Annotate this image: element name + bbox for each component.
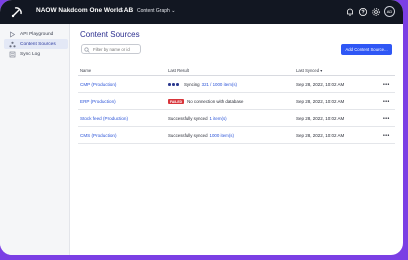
syncing-spinner-icon bbox=[168, 83, 180, 86]
table-row[interactable]: Stock feed (Production) Successfully syn… bbox=[78, 110, 395, 127]
status-badge: FAILED bbox=[168, 99, 185, 104]
source-name-link[interactable]: CMP (Production) bbox=[80, 82, 116, 87]
sidebar-item-content-sources[interactable]: Content Sources bbox=[4, 39, 68, 49]
result-items-link[interactable]: 321 / 1000 item(s) bbox=[202, 82, 237, 87]
more-actions-button[interactable]: ••• bbox=[383, 133, 390, 139]
app-logo-icon[interactable] bbox=[10, 5, 24, 19]
more-actions-button[interactable]: ••• bbox=[383, 116, 390, 122]
sidebar-item-label: Content Sources bbox=[20, 41, 56, 47]
source-name-link[interactable]: ERP (Production) bbox=[80, 99, 116, 104]
sidebar-item-api-playground[interactable]: API Playground bbox=[4, 29, 68, 39]
result-text: Syncing bbox=[184, 82, 200, 87]
result-text: Successfully synced bbox=[168, 133, 208, 138]
sidebar-item-label: Sync Log bbox=[20, 51, 41, 57]
column-header-last-result[interactable]: Last Result bbox=[168, 68, 189, 73]
column-header-name[interactable]: Name bbox=[80, 68, 91, 73]
environment-label: S bbox=[120, 8, 124, 14]
table-row[interactable]: CMS (Production) Successfully synced 100… bbox=[78, 127, 395, 144]
last-synced: Sep 28, 2022, 10:02 AM bbox=[296, 116, 345, 121]
column-header-last-synced[interactable]: Last Synced ▾ bbox=[296, 68, 322, 73]
environment-selector[interactable]: S ⌄ bbox=[120, 8, 130, 14]
graph-name: Content Graph bbox=[137, 8, 170, 14]
search-input[interactable] bbox=[81, 44, 141, 54]
chevron-down-icon: ⌄ bbox=[169, 8, 176, 14]
sidebar-item-label: API Playground bbox=[20, 31, 54, 37]
search-icon bbox=[84, 46, 90, 53]
bell-icon[interactable] bbox=[345, 7, 355, 17]
last-result: Successfully synced 1000 item(s) bbox=[168, 133, 234, 138]
more-actions-button[interactable]: ••• bbox=[383, 82, 390, 88]
result-text: Successfully synced bbox=[168, 116, 208, 121]
last-synced: Sep 28, 2022, 10:02 AM bbox=[296, 99, 345, 104]
more-actions-button[interactable]: ••• bbox=[383, 99, 390, 105]
gear-icon[interactable] bbox=[371, 7, 381, 17]
column-header-label: Last Synced bbox=[296, 68, 320, 73]
sort-desc-icon: ▾ bbox=[320, 68, 323, 73]
result-text: No connection with database bbox=[187, 99, 244, 104]
last-synced: Sep 28, 2022, 10:02 AM bbox=[296, 82, 345, 87]
sidebar: API Playground Content Sources Sync Log bbox=[0, 24, 70, 255]
last-result: Successfully synced 1 item(s) bbox=[168, 116, 227, 121]
table-row[interactable]: CMP (Production) Syncing 321 / 1000 item… bbox=[78, 76, 395, 93]
chevron-down-icon: ⌄ bbox=[125, 8, 130, 14]
last-result: Syncing 321 / 1000 item(s) bbox=[168, 82, 237, 87]
sidebar-item-sync-log[interactable]: Sync Log bbox=[4, 49, 68, 59]
avatar[interactable]: AD bbox=[384, 6, 395, 17]
sources-icon bbox=[9, 41, 16, 47]
top-bar: NAOW Nakdcom One World AB S ⌄ Content Gra… bbox=[0, 0, 403, 24]
source-name-link[interactable]: Stock feed (Production) bbox=[80, 116, 128, 121]
app-window: NAOW Nakdcom One World AB S ⌄ Content Gra… bbox=[0, 0, 403, 255]
graph-selector[interactable]: Content Graph ⌄ bbox=[137, 8, 175, 14]
source-name-link[interactable]: CMS (Production) bbox=[80, 133, 117, 138]
org-name[interactable]: NAOW Nakdcom One World AB bbox=[36, 7, 133, 14]
last-synced: Sep 28, 2022, 10:02 AM bbox=[296, 133, 345, 138]
table-row[interactable]: ERP (Production) FAILED No connection wi… bbox=[78, 93, 395, 110]
result-items-link[interactable]: 1000 item(s) bbox=[210, 133, 234, 138]
last-result: FAILED No connection with database bbox=[168, 99, 243, 104]
page-title: Content Sources bbox=[80, 30, 140, 39]
help-icon[interactable] bbox=[358, 7, 368, 17]
play-icon bbox=[10, 30, 16, 38]
log-icon bbox=[9, 51, 16, 57]
main-content: Content Sources Add Content Source... Na… bbox=[70, 24, 403, 255]
add-content-source-button[interactable]: Add Content Source... bbox=[341, 44, 392, 55]
result-items-link[interactable]: 1 item(s) bbox=[210, 116, 227, 121]
